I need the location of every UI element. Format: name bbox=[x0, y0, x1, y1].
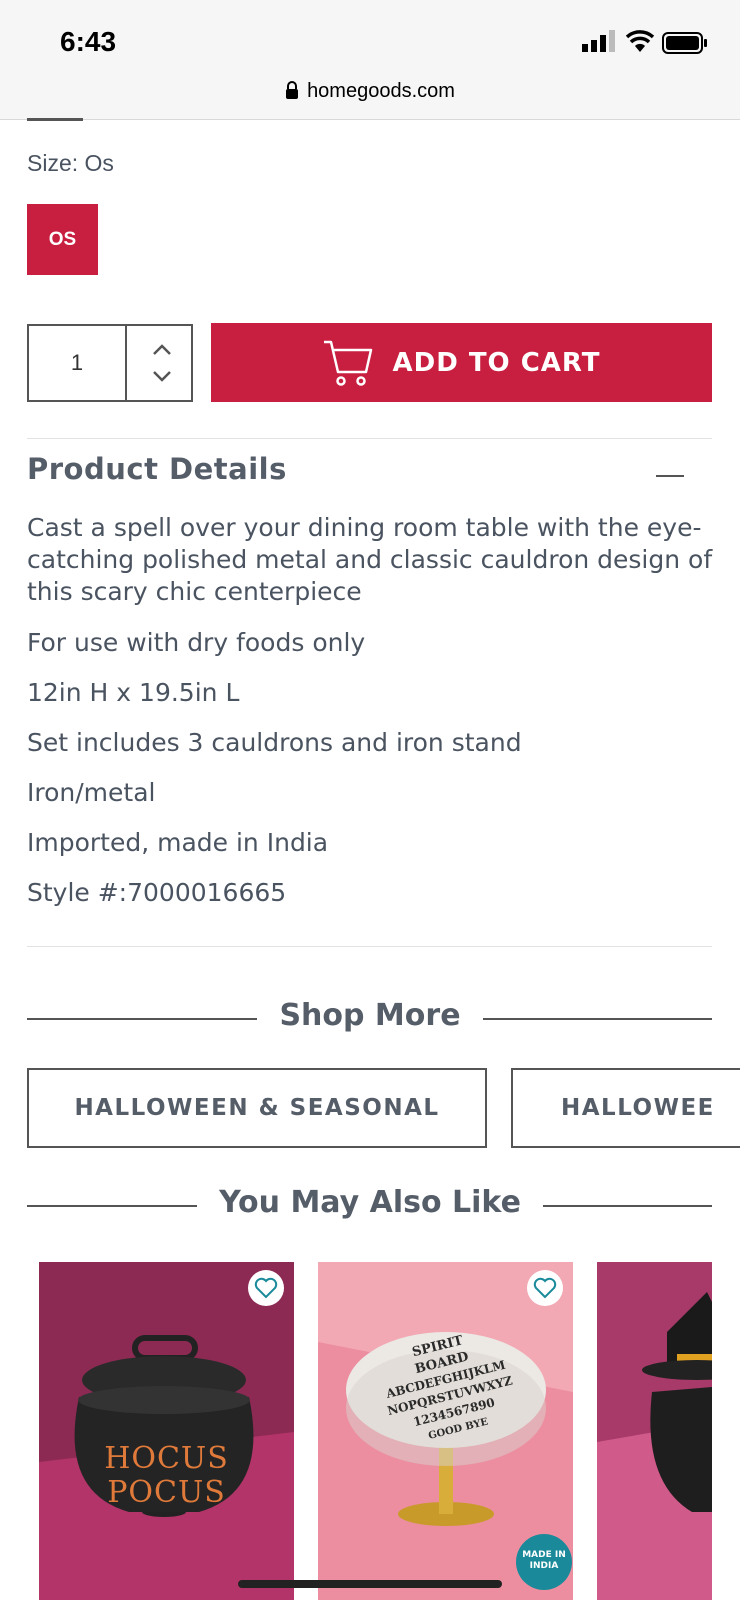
product-card[interactable]: SPIRIT BOARD ABCDEFGHIJKLM NOPQRSTUVWXYZ… bbox=[318, 1262, 573, 1600]
quantity-value[interactable]: 1 bbox=[29, 326, 127, 400]
divider bbox=[27, 946, 712, 947]
product-card[interactable] bbox=[597, 1262, 712, 1600]
spec-item: 12in H x 19.5in L bbox=[27, 678, 240, 707]
product-image[interactable] bbox=[597, 1262, 712, 1600]
size-label: Size: Os bbox=[27, 150, 114, 176]
spec-item: Set includes 3 cauldrons and iron stand bbox=[27, 728, 522, 757]
home-indicator[interactable] bbox=[238, 1580, 502, 1588]
quantity-chevrons-icon[interactable] bbox=[129, 326, 191, 400]
category-chip[interactable]: HALLOWEE bbox=[511, 1068, 740, 1148]
clock: 6:43 bbox=[60, 26, 117, 57]
address-bar[interactable]: homegoods.com bbox=[0, 80, 740, 103]
lock-icon bbox=[286, 81, 299, 99]
spec-item: Imported, made in India bbox=[27, 828, 329, 857]
you-may-also-like-heading: You May Also Like bbox=[0, 1185, 740, 1220]
collapse-minus-icon[interactable] bbox=[656, 475, 684, 477]
wishlist-heart-icon[interactable] bbox=[527, 1270, 563, 1306]
spec-item: For use with dry foods only bbox=[27, 628, 366, 657]
wifi-icon bbox=[626, 30, 654, 52]
shop-more-heading: Shop More bbox=[0, 998, 740, 1033]
spec-item: Iron/metal bbox=[27, 778, 156, 807]
wishlist-heart-icon[interactable] bbox=[248, 1270, 284, 1306]
product-details-heading[interactable]: Product Details bbox=[27, 452, 287, 486]
browser-chrome: 6:43 homegoods.com bbox=[0, 0, 740, 120]
cellular-signal-icon bbox=[582, 30, 615, 52]
url-text: homegoods.com bbox=[307, 80, 455, 102]
product-description: Cast a spell over your dining room table… bbox=[27, 513, 713, 606]
spec-item: Style #:7000016665 bbox=[27, 878, 287, 907]
product-image[interactable] bbox=[39, 1262, 294, 1600]
size-option-button[interactable]: OS bbox=[27, 204, 98, 275]
section-divider-mark bbox=[27, 118, 83, 121]
category-chip[interactable]: HALLOWEEN & SEASONAL bbox=[27, 1068, 487, 1148]
add-to-cart-label: ADD TO CART bbox=[392, 347, 601, 378]
shopping-cart-icon bbox=[324, 340, 373, 386]
battery-icon bbox=[662, 32, 707, 54]
add-to-cart-button[interactable]: ADD TO CART bbox=[211, 323, 712, 402]
quantity-stepper[interactable]: 1 bbox=[27, 324, 193, 402]
hocus-pocus-lettering: HOCUS POCUS bbox=[104, 1441, 229, 1510]
made-in-india-badge: MADE IN INDIA bbox=[522, 1550, 566, 1571]
divider bbox=[27, 438, 712, 439]
product-card[interactable]: HOCUS POCUS bbox=[39, 1262, 294, 1600]
